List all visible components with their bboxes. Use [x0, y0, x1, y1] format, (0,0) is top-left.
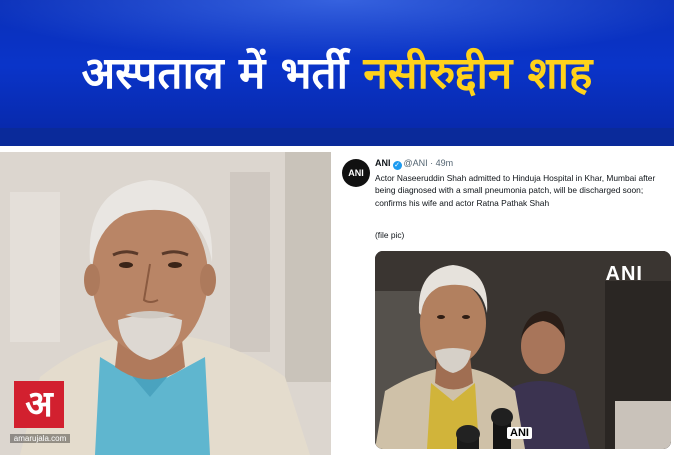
headline: अस्पताल में भर्ती नसीरुद्दीन शाह: [0, 46, 674, 102]
tweet-header: ANI ✓ @ANI · 49m: [375, 158, 453, 170]
tweet-author-name[interactable]: ANI: [375, 158, 391, 168]
headline-part-yellow: नसीरुद्दीन शाह: [363, 48, 593, 99]
headline-banner: अस्पताल में भर्ती नसीरुद्दीन शाह: [0, 0, 674, 146]
ani-watermark: ANI: [605, 263, 643, 285]
ani-avatar[interactable]: ANI: [342, 159, 370, 187]
tweet-card: ANI ANI ✓ @ANI · 49m Actor Naseeruddin Sha…: [333, 152, 674, 455]
verified-badge-icon: ✓: [392, 161, 402, 170]
headline-part-white: अस्पताल में भर्ती: [81, 48, 349, 99]
banner-stripe: [0, 128, 674, 146]
tweet-text: Actor Naseeruddin Shah admitted to Hindu…: [375, 173, 656, 208]
amarujala-logo: अ: [14, 381, 64, 428]
tweet-separator: ·: [430, 158, 434, 168]
tweet-handle[interactable]: @ANI: [404, 158, 428, 168]
tweet-time[interactable]: 49m: [436, 158, 454, 168]
amarujala-url: amarujala.com: [10, 434, 70, 443]
ani-mic-label: ANI: [507, 427, 532, 439]
tweet-file-note: (file pic): [375, 230, 405, 240]
tweet-media-photo[interactable]: ANI ANI: [375, 251, 671, 449]
